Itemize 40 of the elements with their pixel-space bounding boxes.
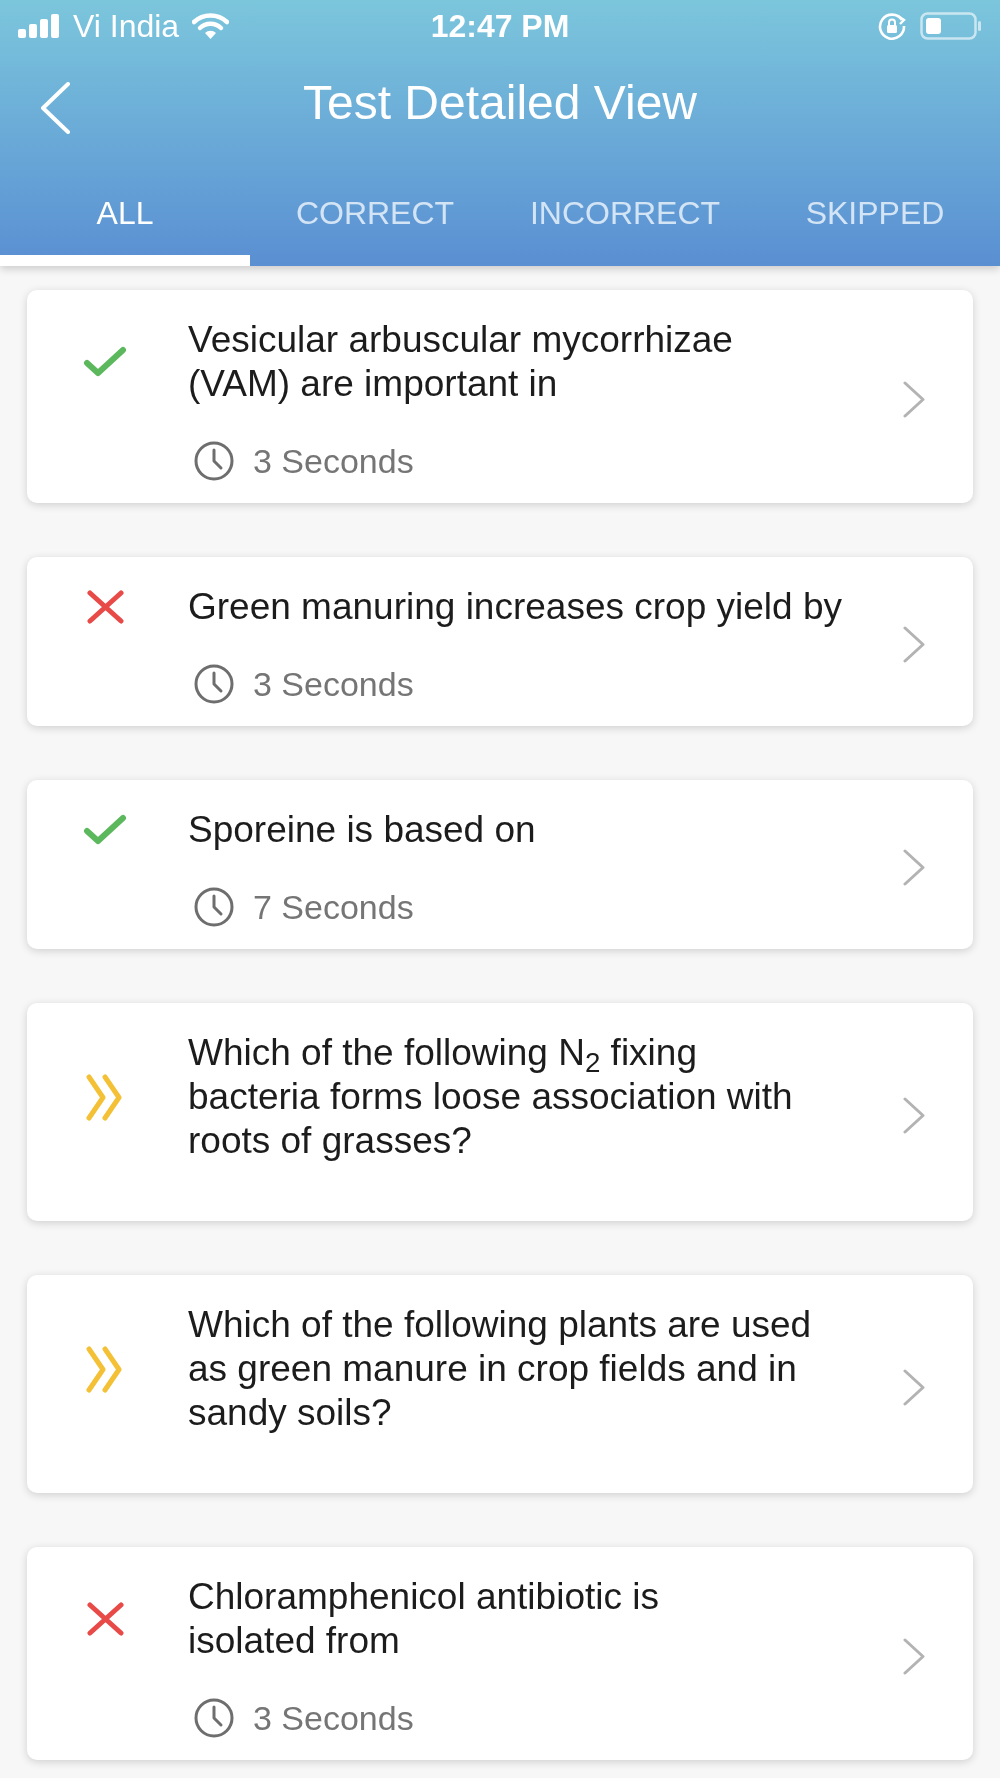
chevron-right-icon [903,1638,925,1675]
screen-title: Test Detailed View [303,75,697,131]
question-text: Green manuring increases crop yield by [188,585,842,629]
question-card[interactable]: Green manuring increases crop yield by 3 Seconds [27,557,973,726]
back-icon [39,82,71,134]
question-text: Which of the following plants are used as green manure in crop fields and in sandy soils? [188,1303,812,1435]
double-chevron-icon [85,1345,125,1393]
question-card[interactable]: Sporeine is based on 7 Seconds [27,780,973,949]
clock-icon [194,441,234,481]
time-spent: 3 Seconds [253,1698,414,1738]
question-card[interactable]: Chloramphenicol antibiotic is isolated from 3 Seconds [27,1547,973,1760]
question-card[interactable]: Which of the following plants are used as green manure in crop fields and in sandy soils? [27,1275,973,1493]
clock-icon [194,664,234,704]
clock-icon [194,887,234,927]
cross-icon [86,590,124,624]
wifi-icon [192,12,230,40]
double-chevron-icon [85,1073,125,1121]
question-card[interactable]: Which of the following N$_{2}$ fixing bacteria forms loose association with roots of grasses? [27,1003,973,1221]
cross-icon [86,1602,124,1636]
carrier-name: Vi India [73,7,180,45]
question-text: Sporeine is based on [188,808,536,852]
chevron-right-icon [903,849,925,886]
question-text: Chloramphenicol antibiotic is isolated from [188,1575,659,1663]
question-card[interactable]: Vesicular arbuscular mycorrhizae (VAM) are important in 3 Seconds [27,290,973,503]
battery-icon [920,12,982,40]
checkmark-icon [83,814,127,846]
clock-icon [194,1698,234,1738]
chevron-right-icon [903,1368,925,1406]
status-time: 12:47 PM [429,7,571,45]
chevron-right-icon [903,626,925,663]
chevron-right-icon [903,1096,925,1134]
chevron-right-icon [903,381,925,418]
question-text: Vesicular arbuscular mycorrhizae (VAM) are important in [188,318,733,406]
time-spent: 7 Seconds [253,887,414,927]
checkmark-icon [83,346,127,378]
time-spent: 3 Seconds [253,441,414,481]
signal-icon [18,14,59,38]
question-text: Which of the following N$_{2}$ fixing bacteria forms loose association with roots of grasses? [188,1031,793,1163]
rotation-lock-icon [878,12,906,40]
time-spent: 3 Seconds [253,664,414,704]
